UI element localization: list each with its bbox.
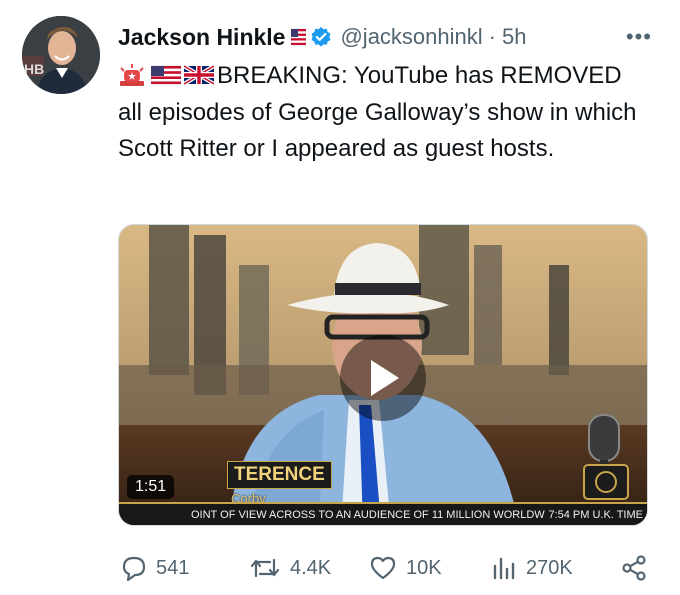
tweet-header: Jackson Hinkle @jacksonhinkl · 5h ••• — [118, 20, 658, 54]
video-duration: 1:51 — [127, 475, 175, 499]
repost-button[interactable]: 4.4K — [248, 554, 331, 582]
share-icon — [622, 555, 646, 581]
us-flag-icon — [291, 27, 307, 47]
author-avatar[interactable]: HB — [22, 16, 100, 94]
avatar-photo: HB — [22, 16, 100, 94]
view-count: 270K — [526, 556, 573, 579]
time-separator: · — [488, 24, 496, 49]
play-button[interactable] — [340, 335, 426, 421]
video-player[interactable]: TERENCE Corby 1:51 OINT OF VIEW ACROSS T… — [118, 224, 648, 526]
play-icon — [371, 360, 399, 396]
uk-flag-icon — [182, 61, 216, 86]
author-handle[interactable]: @jacksonhinkl — [340, 24, 482, 50]
us-flag-icon — [150, 61, 182, 85]
duration-text: 1:51 — [135, 478, 167, 495]
author-name[interactable]: Jackson Hinkle — [118, 24, 285, 51]
tweet-time[interactable]: 5h — [502, 24, 526, 50]
heart-icon — [370, 556, 396, 580]
ticker-time: 7:54 PM U.K. TIME — [548, 508, 643, 521]
like-count: 10K — [406, 556, 442, 579]
tweet-body: BREAKING: YouTube has REMOVED all episod… — [118, 58, 648, 168]
verified-badge-icon[interactable] — [310, 26, 332, 48]
repost-count: 4.4K — [290, 556, 332, 579]
reply-button[interactable]: 541 — [118, 554, 189, 582]
avatar-badge-text: HB — [24, 61, 44, 77]
reply-count: 541 — [156, 556, 190, 579]
ticker-text: OINT OF VIEW ACROSS TO AN AUDIENCE OF 11… — [191, 508, 545, 521]
news-ticker: OINT OF VIEW ACROSS TO AN AUDIENCE OF 11… — [119, 502, 647, 525]
tweet-actions: 541 4.4K 10K 270K — [118, 552, 658, 584]
siren-icon — [118, 61, 148, 86]
reply-icon — [122, 556, 146, 582]
share-button[interactable] — [620, 554, 656, 582]
repost-icon — [250, 558, 280, 578]
lower-third-name: TERENCE — [227, 461, 332, 489]
lower-third: TERENCE Corby — [227, 461, 332, 506]
like-button[interactable]: 10K — [368, 554, 442, 582]
analytics-icon — [493, 557, 515, 580]
more-options-button[interactable]: ••• — [626, 24, 652, 50]
views-button[interactable]: 270K — [488, 554, 573, 582]
